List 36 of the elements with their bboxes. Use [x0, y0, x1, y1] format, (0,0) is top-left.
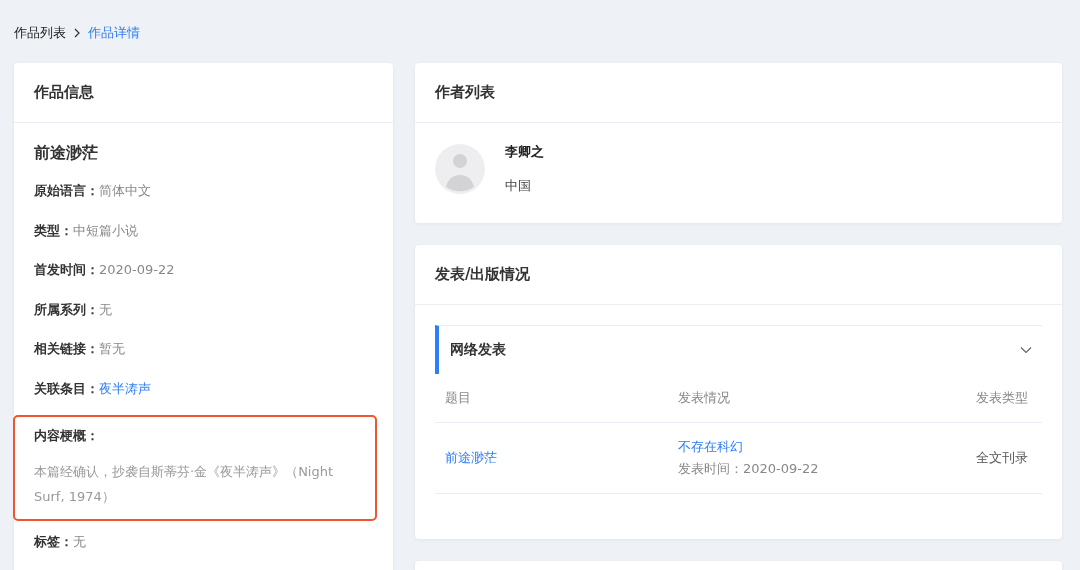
breadcrumb-link[interactable]: 作品列表: [14, 24, 66, 42]
field-value: 无: [99, 301, 112, 317]
publish-date: 发表时间：2020-09-22: [678, 460, 820, 478]
author-country: 中国: [505, 177, 532, 195]
field-label: 原始语言：: [34, 183, 99, 198]
synopsis-text: 本篇经确认，抄袭自斯蒂芬·金《夜半涛声》（Night Surf, 1974）: [34, 463, 335, 506]
field-value: 2020-09-22: [99, 262, 175, 277]
field-value: 无: [73, 534, 86, 549]
field-label: 标签：: [34, 534, 73, 549]
title-link[interactable]: 前途渺茫: [445, 450, 497, 465]
field-label: 所属系列：: [34, 301, 99, 317]
card-title: 作品信息: [14, 63, 393, 123]
field-label: 内容梗概：: [34, 427, 100, 445]
section-header[interactable]: 网络发表: [435, 325, 1042, 374]
venue-link[interactable]: 不存在科幻: [678, 439, 743, 454]
chevron-icon[interactable]: [1020, 346, 1032, 354]
column-header: 题目: [445, 390, 471, 405]
field-value: 中短篇小说: [73, 222, 138, 238]
card-title: 作者列表: [415, 63, 1062, 123]
field-value: 简体中文: [99, 183, 151, 198]
field-label: 关联条目：: [34, 380, 99, 396]
chevron-right-icon: [73, 28, 81, 38]
work-title: 前途渺茫: [34, 143, 99, 164]
column-header: 发表类型: [976, 390, 1028, 405]
card-title: 发表/出版情况: [415, 245, 1062, 305]
breadcrumb-link[interactable]: 作品详情: [88, 24, 140, 42]
publish-type: 全文刊录: [976, 450, 1028, 465]
column-header: 发表情况: [678, 390, 730, 405]
field-value: 暂无: [99, 341, 125, 356]
field-label: 相关链接：: [34, 341, 99, 356]
field-label: 首发时间：: [34, 262, 99, 277]
field-link[interactable]: 夜半涛声: [99, 380, 151, 396]
section-title: 网络发表: [450, 341, 506, 359]
author-name: 李卿之: [505, 143, 544, 161]
avatar-icon: [435, 144, 485, 194]
field-label: 类型：: [34, 222, 73, 238]
